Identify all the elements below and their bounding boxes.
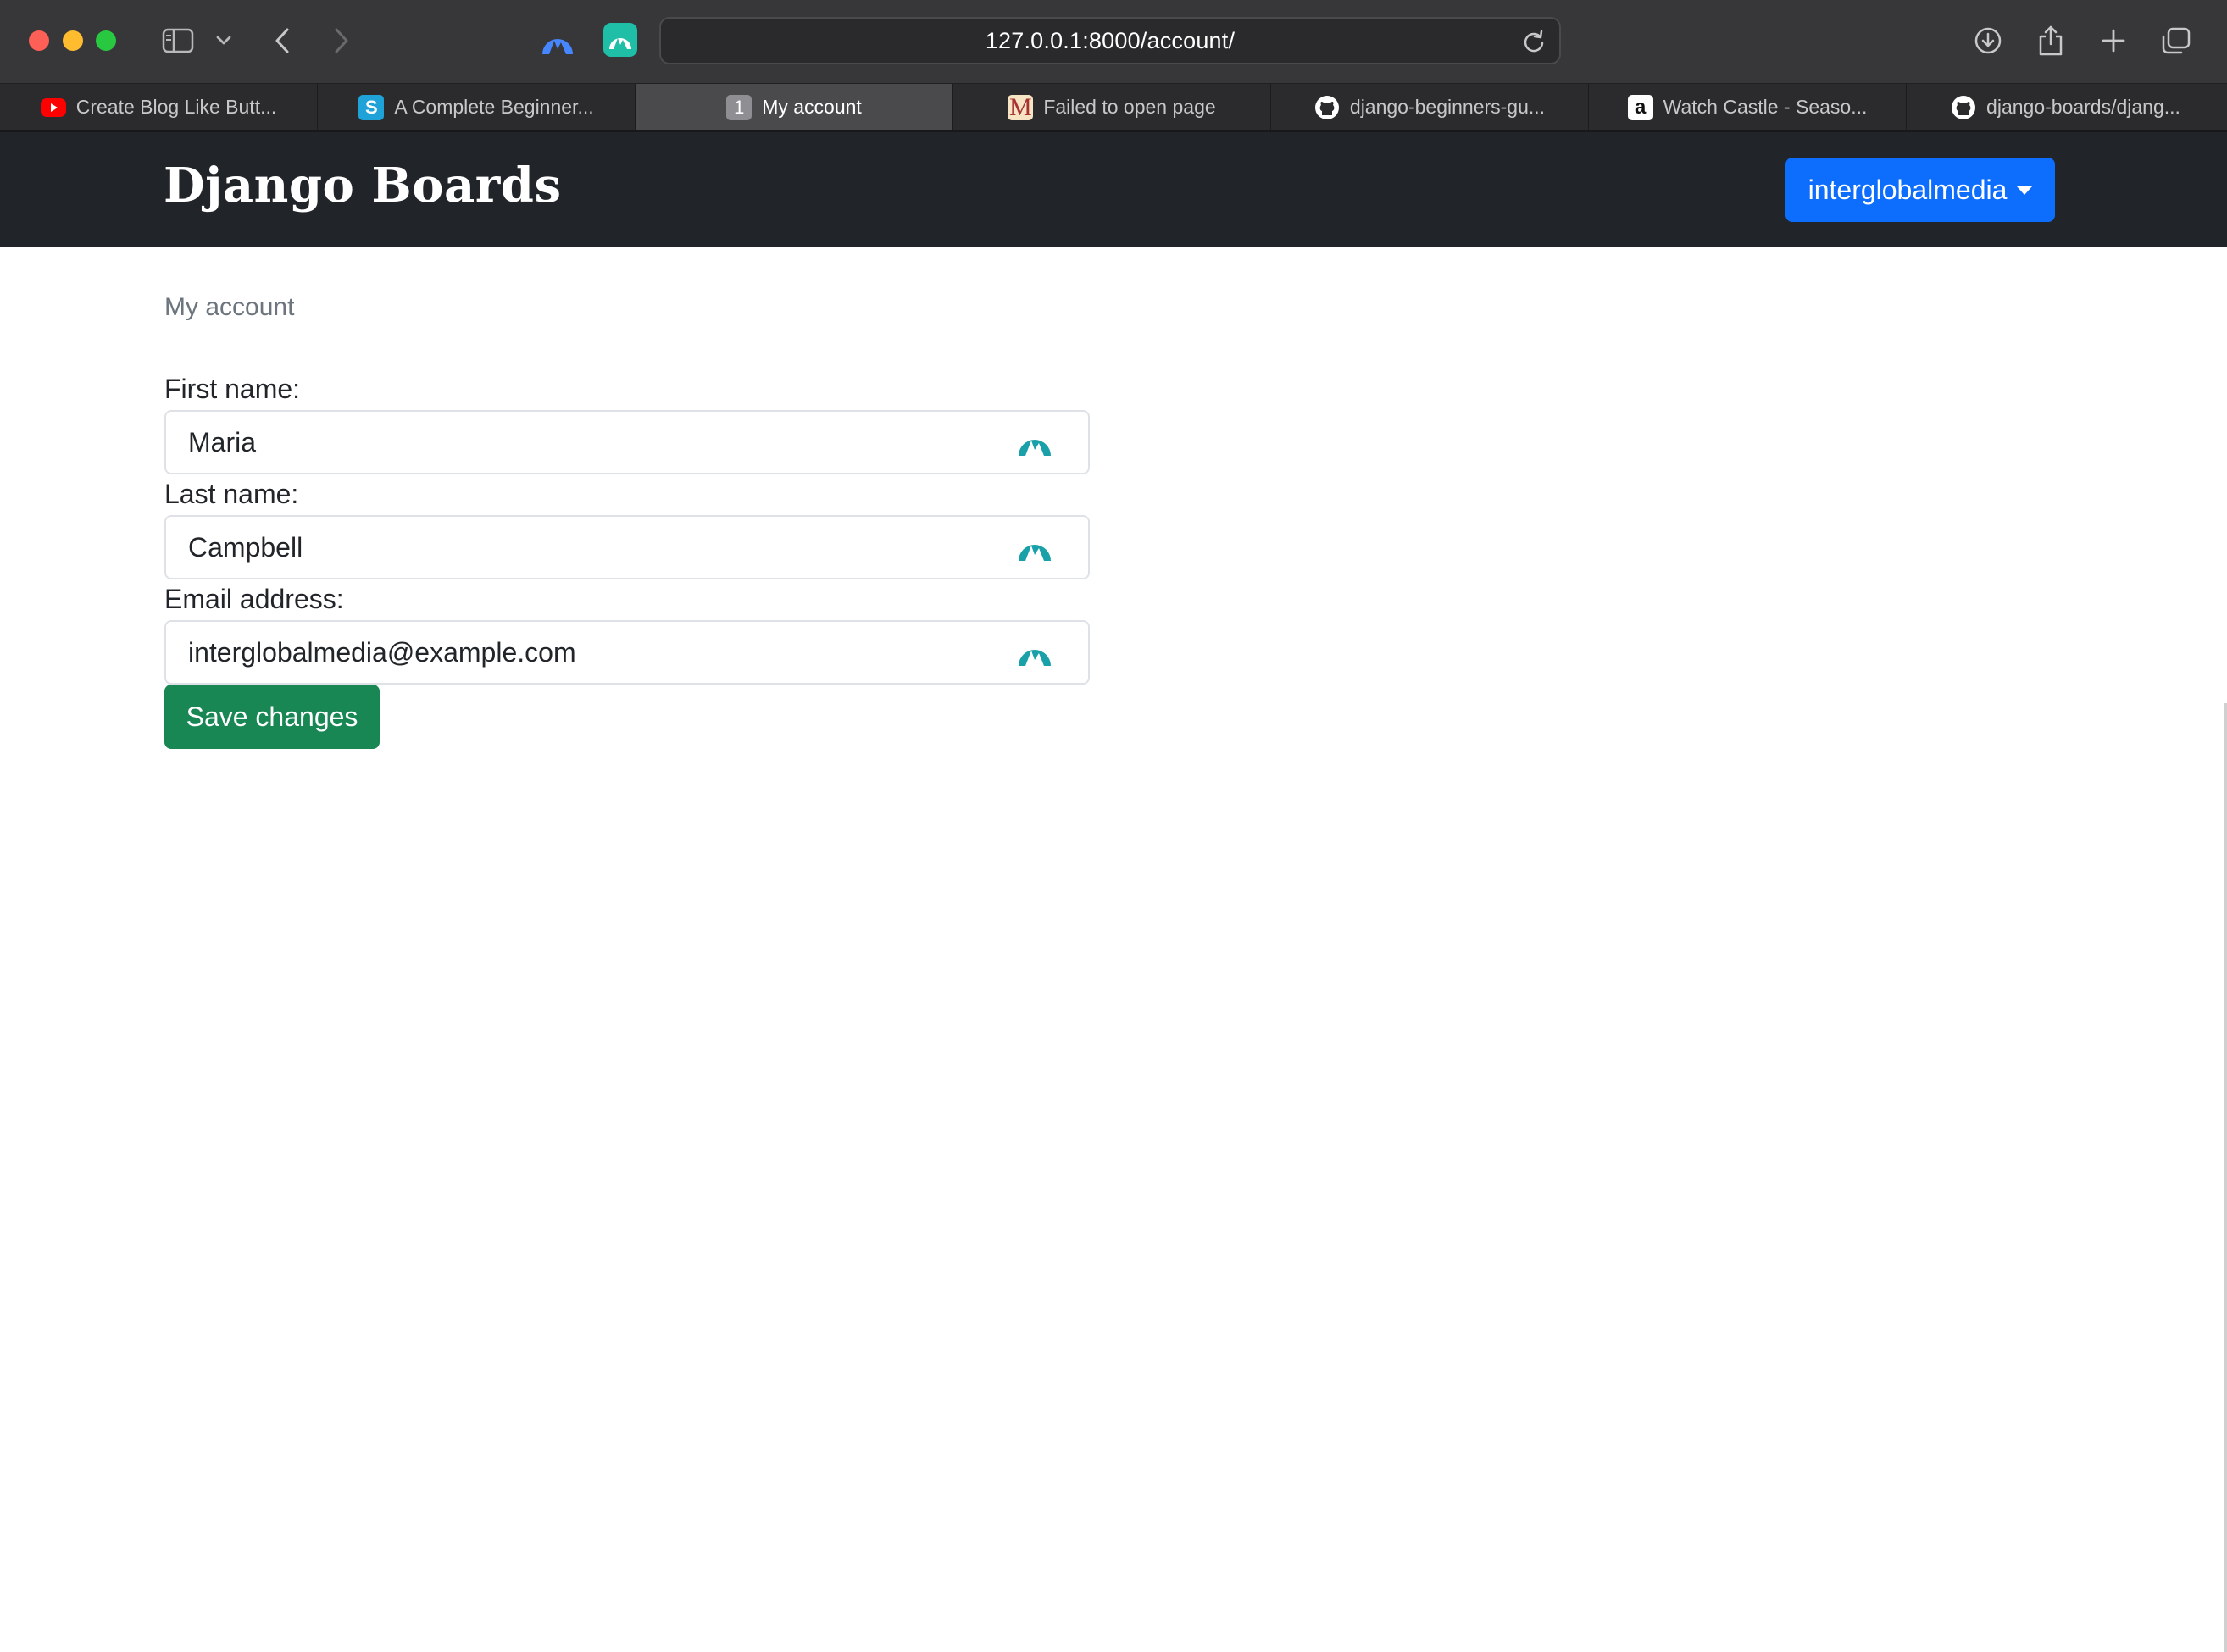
- user-menu-dropdown[interactable]: interglobalmedia: [1785, 158, 2055, 222]
- tab-complete-beginner[interactable]: S A Complete Beginner...: [318, 84, 636, 130]
- back-button[interactable]: [268, 19, 297, 63]
- share-button[interactable]: [2034, 19, 2068, 63]
- first-name-label: First name:: [164, 374, 301, 404]
- minimize-window-button[interactable]: [63, 30, 83, 51]
- tab-group-1-icon: 1: [726, 94, 753, 120]
- address-bar[interactable]: 127.0.0.1:8000/account/: [659, 17, 1561, 64]
- medium-icon: M: [1008, 92, 1034, 121]
- tab-my-account[interactable]: 1 My account: [636, 84, 953, 130]
- last-name-label: Last name:: [164, 479, 299, 509]
- nordpass-autofill-icon[interactable]: [1017, 427, 1052, 457]
- tab-bar: Create Blog Like Butt... S A Complete Be…: [0, 83, 2227, 132]
- tab-groups-dropdown[interactable]: [214, 19, 234, 63]
- last-name-field[interactable]: Campbell: [164, 515, 1090, 579]
- first-name-field[interactable]: Maria: [164, 410, 1090, 474]
- reload-icon[interactable]: [1522, 30, 1546, 53]
- chevron-left-icon: [275, 28, 289, 53]
- close-window-button[interactable]: [29, 30, 49, 51]
- last-name-value: Campbell: [188, 531, 303, 563]
- brand-logo-link[interactable]: Django Boards: [164, 158, 561, 213]
- download-icon: [1974, 27, 2002, 54]
- nordvpn-icon: [542, 39, 573, 54]
- youtube-icon: [40, 97, 66, 117]
- chevron-down-icon: [216, 36, 231, 45]
- downloads-button[interactable]: [1971, 19, 2005, 63]
- save-changes-button[interactable]: Save changes: [164, 685, 380, 749]
- email-field[interactable]: interglobalmedia@example.com: [164, 620, 1090, 685]
- tab-label: Create Blog Like Butt...: [75, 96, 277, 118]
- email-label: Email address:: [164, 584, 344, 614]
- plus-icon: [2102, 29, 2125, 53]
- github-icon: [1951, 95, 1976, 120]
- url-text: 127.0.0.1:8000/account/: [985, 27, 1236, 53]
- email-value: interglobalmedia@example.com: [188, 636, 576, 668]
- github-icon: [1314, 95, 1340, 120]
- tab-label: django-boards/djang...: [1986, 96, 2180, 118]
- share-icon: [2039, 25, 2063, 56]
- chevron-right-icon: [335, 28, 348, 53]
- breadcrumb-my-account: My account: [164, 293, 295, 321]
- new-tab-button[interactable]: [2096, 19, 2130, 63]
- tab-watch-castle[interactable]: a Watch Castle - Seaso...: [1589, 84, 1907, 130]
- tab-failed-to-open[interactable]: M Failed to open page: [953, 84, 1271, 130]
- nordpass-autofill-icon[interactable]: [1017, 532, 1052, 563]
- tab-overview-button[interactable]: [2159, 19, 2193, 63]
- tab-django-boards-repo[interactable]: django-boards/djang...: [1907, 84, 2224, 130]
- tab-label: My account: [762, 96, 862, 118]
- tab-overview-icon: [2162, 27, 2191, 54]
- nordvpn-extension-button[interactable]: [539, 24, 576, 58]
- forward-button[interactable]: [327, 19, 356, 63]
- nordpass-autofill-icon[interactable]: [1017, 637, 1052, 668]
- browser-toolbar: 127.0.0.1:8000/account/: [0, 0, 2227, 83]
- tab-django-beginners-guide[interactable]: django-beginners-gu...: [1271, 84, 1589, 130]
- tab-label: Watch Castle - Seaso...: [1663, 96, 1868, 118]
- nordpass-icon: [609, 38, 631, 49]
- window-edge: [2224, 703, 2227, 1652]
- zoom-window-button[interactable]: [96, 30, 116, 51]
- caret-down-icon: [2017, 186, 2033, 195]
- amazon-icon: a: [1627, 94, 1653, 120]
- tab-label: django-beginners-gu...: [1349, 96, 1546, 118]
- sidebar-toggle-button[interactable]: [159, 19, 197, 63]
- first-name-value: Maria: [188, 426, 257, 457]
- simple-is-better-icon: S: [358, 94, 385, 120]
- tab-label: A Complete Beginner...: [394, 96, 594, 118]
- user-menu-label: interglobalmedia: [1808, 174, 2008, 205]
- nordpass-extension-button[interactable]: [603, 23, 637, 57]
- site-navbar: Django Boards interglobalmedia: [0, 132, 2227, 247]
- tab-youtube[interactable]: Create Blog Like Butt...: [0, 84, 318, 130]
- tab-label: Failed to open page: [1043, 96, 1216, 118]
- sidebar-icon: [162, 28, 194, 53]
